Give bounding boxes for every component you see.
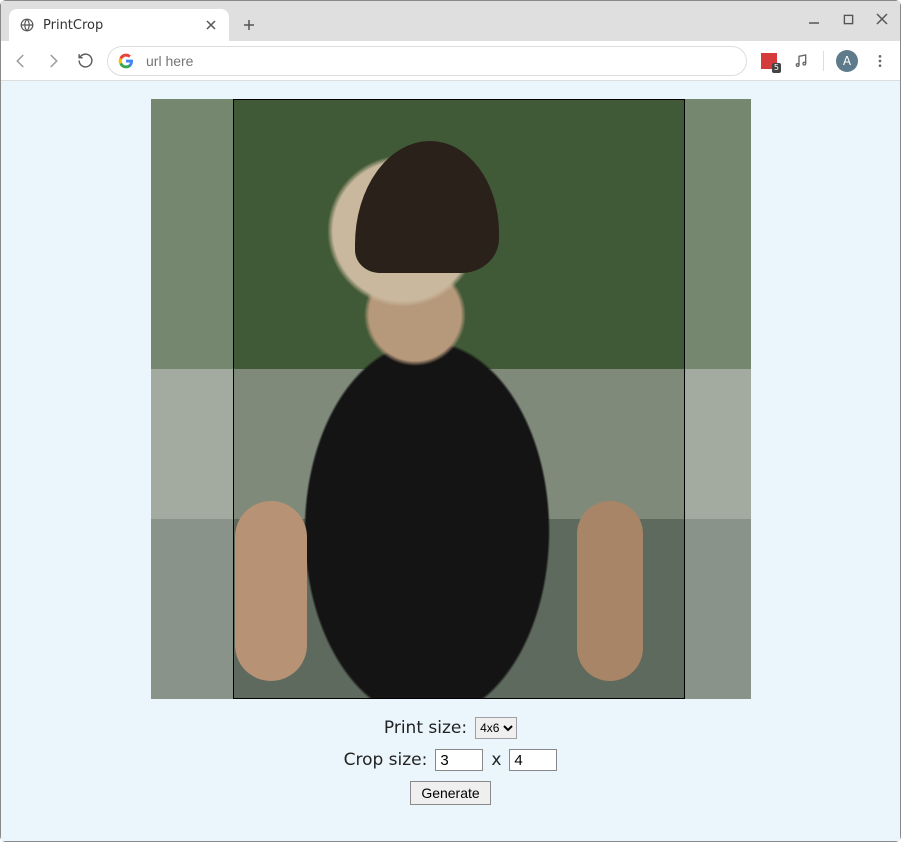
controls: Print size: 4x6 Crop size: x Generate [344,717,558,805]
tab-title: PrintCrop [43,18,195,33]
crop-sep: x [491,750,501,770]
generate-button[interactable]: Generate [410,781,490,805]
globe-icon [19,17,35,33]
window-titlebar: PrintCrop [1,1,900,41]
browser-menu-button[interactable] [870,51,890,71]
extension-button[interactable]: 5 [759,51,779,71]
music-extension-icon[interactable] [791,51,811,71]
avatar-letter: A [843,54,851,68]
print-size-select[interactable]: 4x6 [475,717,517,739]
window-minimize-icon[interactable] [804,9,824,29]
browser-tab[interactable]: PrintCrop [9,9,229,41]
crop-width-input[interactable] [435,749,483,771]
forward-button[interactable] [43,51,63,71]
crop-mask-right [685,99,751,699]
address-bar[interactable] [107,46,747,76]
browser-toolbar: 5 A [1,41,900,81]
crop-height-input[interactable] [509,749,557,771]
window-controls [804,9,892,29]
photo-canvas[interactable] [151,99,751,699]
crop-mask-left [151,99,233,699]
reload-button[interactable] [75,51,95,71]
separator [823,51,824,71]
window-close-icon[interactable] [872,9,892,29]
profile-avatar[interactable]: A [836,50,858,72]
print-size-label: Print size: [384,718,467,738]
new-tab-button[interactable] [235,11,263,39]
back-button[interactable] [11,51,31,71]
window-maximize-icon[interactable] [838,9,858,29]
google-icon [118,53,134,69]
extension-badge: 5 [772,63,781,73]
crop-rectangle[interactable] [233,99,685,699]
tab-close-icon[interactable] [203,17,219,33]
url-input[interactable] [144,52,736,70]
app-page: Print size: 4x6 Crop size: x Generate [1,81,900,841]
crop-size-label: Crop size: [344,750,428,770]
